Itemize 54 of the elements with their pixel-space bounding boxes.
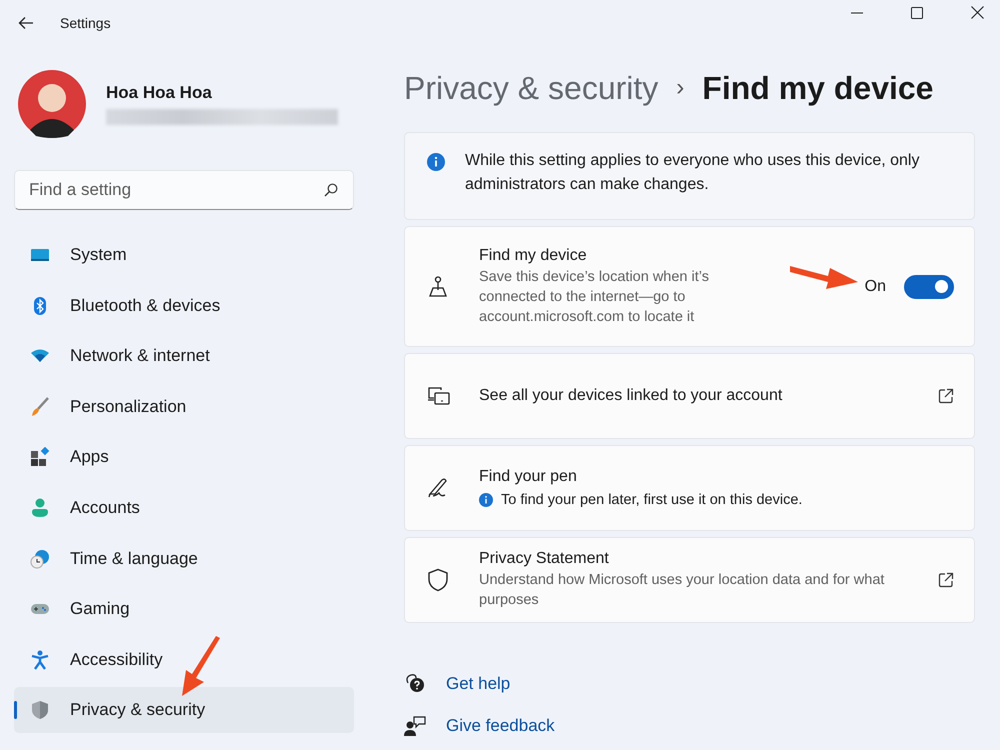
- sidebar-item[interactable]: Accounts: [14, 484, 354, 531]
- sidebar-item[interactable]: Accessibility: [14, 636, 354, 683]
- shield-icon: [30, 700, 50, 720]
- back-arrow-icon[interactable]: [18, 16, 34, 30]
- globe-clock-icon: [30, 548, 50, 569]
- shield-icon: [427, 568, 449, 592]
- accessibility-icon: [30, 650, 50, 670]
- card-description: Understand how Microsoft uses your location data and for what purposes: [479, 571, 886, 610]
- info-icon: [427, 153, 445, 171]
- page-title: Find my device: [702, 70, 934, 106]
- sidebar-item[interactable]: Privacy & security: [14, 687, 354, 734]
- card-description: Save this device’s location when it’s connected to the internet—go to account.microsoft.com to locate it: [479, 268, 710, 326]
- toggle-switch[interactable]: [904, 274, 954, 298]
- card-title: See all your devices linked to your account: [479, 387, 784, 405]
- search-icon: [324, 183, 338, 197]
- person-icon: [30, 498, 50, 518]
- settings-card[interactable]: Privacy Statement Understand how Microsoft uses your location data and for what purposes: [404, 537, 975, 623]
- search-field[interactable]: Find a setting: [14, 170, 354, 210]
- sidebar-item[interactable]: Network & internet: [14, 333, 354, 380]
- settings-card[interactable]: Find your pen To find your pen later, first use it on this device.: [404, 445, 975, 531]
- sidebar-item[interactable]: Apps: [14, 434, 354, 480]
- sidebar-item[interactable]: Personalization: [14, 384, 354, 430]
- sidebar-item[interactable]: Bluetooth & devices: [14, 282, 354, 329]
- paintbrush-icon: [30, 396, 50, 417]
- apps-icon: [30, 447, 50, 468]
- toggle-state-label: On: [864, 278, 886, 296]
- window-title: Settings: [60, 15, 111, 31]
- close-icon[interactable]: [971, 6, 984, 19]
- help-link[interactable]: Give feedback: [446, 716, 555, 736]
- maximize-icon[interactable]: [911, 6, 923, 18]
- minimize-icon[interactable]: [851, 12, 863, 14]
- avatar: [18, 70, 86, 138]
- card-note: To find your pen later, first use it on this device.: [501, 492, 802, 508]
- info-text: While this setting applies to everyone who uses this device, only administrators can make changes.: [465, 151, 920, 195]
- sidebar-item[interactable]: Gaming: [14, 586, 354, 632]
- card-title: Find my device: [479, 246, 588, 264]
- breadcrumb-separator: ›: [676, 74, 684, 102]
- breadcrumb-parent[interactable]: Privacy & security: [404, 70, 658, 106]
- sidebar-item[interactable]: Time & language: [14, 536, 354, 582]
- locator-icon: [427, 276, 449, 298]
- user-name: Hoa Hoa Hoa: [106, 83, 213, 103]
- selection-indicator: [14, 701, 17, 720]
- devices-icon: [427, 386, 451, 406]
- external-link-icon: [938, 388, 954, 404]
- settings-card[interactable]: Find my device Save this device’s location when it’s connected to the internet—go to account.microsoft.com to locate it On: [404, 226, 975, 347]
- help-chat-icon: [404, 673, 426, 695]
- feedback-icon: [404, 715, 426, 737]
- settings-card[interactable]: See all your devices linked to your account: [404, 353, 975, 439]
- card-title: Privacy Statement: [479, 550, 610, 568]
- help-link[interactable]: Get help: [446, 674, 510, 694]
- sidebar-item[interactable]: System: [14, 232, 354, 278]
- info-icon: [479, 493, 493, 507]
- card-title: Find your pen: [479, 468, 578, 486]
- external-link-icon: [938, 572, 954, 588]
